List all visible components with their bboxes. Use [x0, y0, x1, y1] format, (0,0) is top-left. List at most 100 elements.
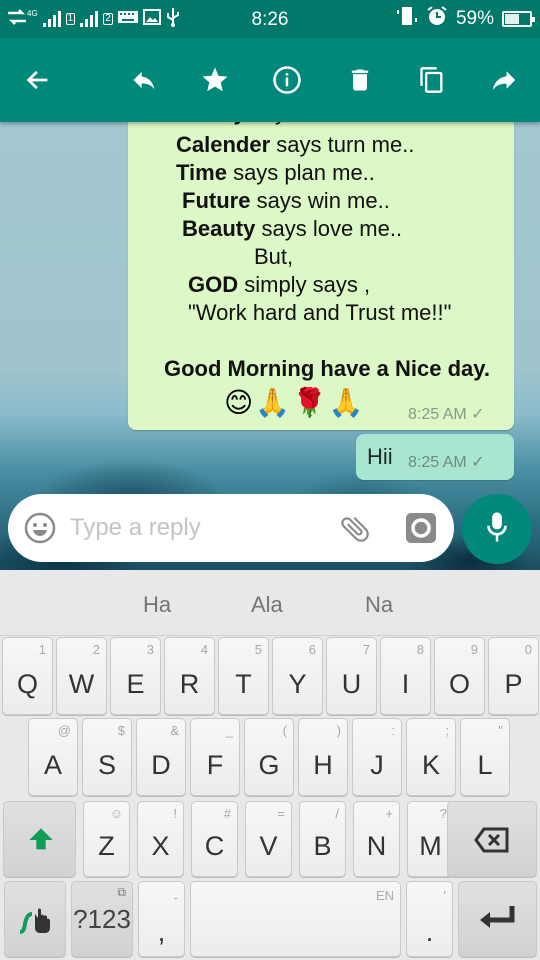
star-icon[interactable]: [199, 64, 231, 96]
key-label: G: [258, 750, 280, 780]
key-alt-label: 5: [254, 642, 262, 657]
vibrate-icon: [396, 6, 418, 32]
swype-key[interactable]: [4, 881, 66, 957]
symbols-key[interactable]: ⧉ ?123: [71, 881, 133, 957]
key-u[interactable]: 7U: [326, 637, 377, 715]
key-label: J: [370, 750, 384, 780]
shift-key[interactable]: [3, 801, 76, 877]
reply-input[interactable]: [70, 508, 320, 548]
key-r[interactable]: 4R: [164, 637, 215, 715]
key-i[interactable]: 8I: [380, 637, 431, 715]
message-line: "Work hard and Trust me!!": [188, 300, 452, 325]
key-alt-label: 7: [362, 642, 370, 657]
suggestion[interactable]: Ha: [143, 592, 171, 618]
key-label: .: [425, 917, 434, 947]
key-label: V: [259, 831, 278, 861]
key-label: X: [151, 831, 170, 861]
key-label: F: [206, 750, 224, 780]
key-t[interactable]: 5T: [218, 637, 269, 715]
key-alt-label: !: [173, 806, 177, 821]
key-c[interactable]: # C: [191, 801, 238, 877]
key-v[interactable]: = V: [245, 801, 292, 877]
message-line: Money says earn me..: [176, 122, 396, 126]
camera-icon[interactable]: [405, 512, 437, 549]
key-j[interactable]: :J: [352, 718, 402, 796]
message-line: Good Morning have a Nice day.: [164, 356, 490, 381]
status-bar: 4G 1 2 8:26 59%: [0, 0, 540, 38]
key-alt-label: ": [498, 723, 503, 738]
key-a[interactable]: @ A: [28, 718, 78, 796]
key-alt-label: &: [170, 723, 179, 738]
message-line: Time says plan me..: [176, 160, 375, 185]
enter-key[interactable]: [458, 881, 537, 957]
key-o[interactable]: 9O: [434, 637, 485, 715]
mic-button[interactable]: [462, 494, 532, 564]
key-label: T: [235, 669, 252, 699]
key-label: Q: [16, 669, 38, 699]
key-alt-label: -: [173, 890, 178, 905]
key-label: Z: [98, 831, 115, 861]
key-alt-label: 8: [416, 642, 424, 657]
key-s[interactable]: $ S: [82, 718, 132, 796]
key-alt-label: (: [282, 723, 287, 738]
key-label: B: [313, 831, 332, 861]
info-icon[interactable]: [271, 64, 303, 96]
key-y[interactable]: 6Y: [272, 637, 323, 715]
comma-key[interactable]: - ,: [138, 881, 185, 957]
swype-icon: [17, 904, 55, 941]
copy-icon[interactable]: [416, 64, 448, 96]
key-p[interactable]: 0P: [488, 637, 539, 715]
key-alt-label: +: [385, 806, 393, 821]
suggestion-strip: Ha Ala Na: [0, 570, 540, 636]
key-e[interactable]: 3E: [110, 637, 161, 715]
suggestion[interactable]: Na: [365, 592, 393, 618]
battery-percent: 59%: [455, 8, 494, 29]
key-label: E: [126, 669, 145, 699]
key-l[interactable]: " L: [460, 718, 510, 796]
message-bubble[interactable]: Hii 8:25 AM ✓: [356, 434, 514, 480]
suggestion[interactable]: Ala: [251, 592, 283, 618]
message-line: GOD simply says ,: [188, 272, 371, 297]
backspace-key[interactable]: [447, 801, 537, 877]
message-time: 8:25 AM: [408, 406, 467, 423]
enter-icon: [478, 904, 518, 939]
delete-icon[interactable]: [344, 64, 376, 96]
selection-action-bar: [0, 38, 540, 122]
key-f[interactable]: _ F: [190, 718, 240, 796]
message-line: Beauty says love me..: [182, 216, 403, 241]
reply-icon[interactable]: [128, 64, 160, 96]
key-label: U: [341, 669, 362, 699]
key-q[interactable]: 1Q: [2, 637, 53, 715]
period-key[interactable]: ' .: [406, 881, 453, 957]
key-w[interactable]: 2W: [56, 637, 107, 715]
key-x[interactable]: ! X: [137, 801, 184, 877]
status-right: 59%: [396, 5, 535, 33]
key-alt-label: ): [336, 723, 341, 738]
back-arrow-icon[interactable]: [22, 64, 54, 96]
sent-check-icon: ✓: [471, 406, 485, 423]
key-k[interactable]: ; K: [406, 718, 456, 796]
space-key[interactable]: EN: [190, 881, 401, 957]
key-label: N: [366, 831, 387, 861]
message-bubble-selected[interactable]: Money says earn me.. Calender says turn …: [128, 122, 514, 430]
attach-icon[interactable]: [338, 512, 372, 551]
key-label: Y: [288, 669, 307, 699]
key-label: P: [504, 669, 523, 699]
forward-icon[interactable]: [488, 64, 520, 96]
key-g[interactable]: (G: [244, 718, 294, 796]
key-alt-label: ☺: [109, 806, 123, 821]
key-h[interactable]: ) H: [298, 718, 348, 796]
key-label: D: [151, 750, 171, 780]
key-alt-label: 3: [146, 642, 154, 657]
key-b[interactable]: / B: [299, 801, 346, 877]
keyboard: Ha Ala Na 1 Q 2 W 3 E 4 R 5 T 6 Y 7 U 8 I 9 O 0 P @ A $ S & D _ F(G…: [0, 570, 540, 960]
key-label: A: [43, 750, 62, 780]
alarm-icon: [426, 5, 448, 33]
message-time: 8:25 AM: [408, 454, 467, 471]
key-alt-label: #: [223, 806, 231, 821]
key-z[interactable]: ☺ Z: [83, 801, 130, 877]
key-n[interactable]: + N: [353, 801, 400, 877]
key-d[interactable]: & D: [136, 718, 186, 796]
emoji-icon[interactable]: [24, 512, 56, 549]
key-label: O: [448, 669, 470, 699]
